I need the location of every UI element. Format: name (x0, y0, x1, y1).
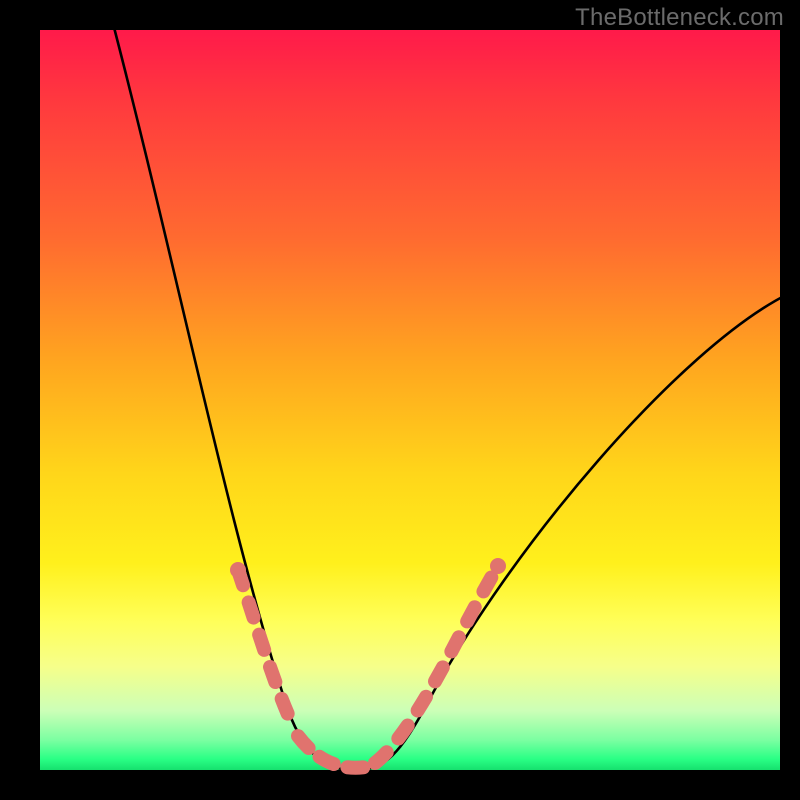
dotted-left-segment (238, 570, 295, 730)
dot-r1 (490, 558, 506, 574)
chart-svg (40, 30, 780, 770)
dotted-valley-segment (298, 736, 366, 768)
dot-l1 (230, 562, 246, 578)
chart-frame: TheBottleneck.com (0, 0, 800, 800)
plot-area (40, 30, 780, 770)
watermark-text: TheBottleneck.com (575, 4, 784, 32)
dotted-right-segment (375, 566, 498, 763)
